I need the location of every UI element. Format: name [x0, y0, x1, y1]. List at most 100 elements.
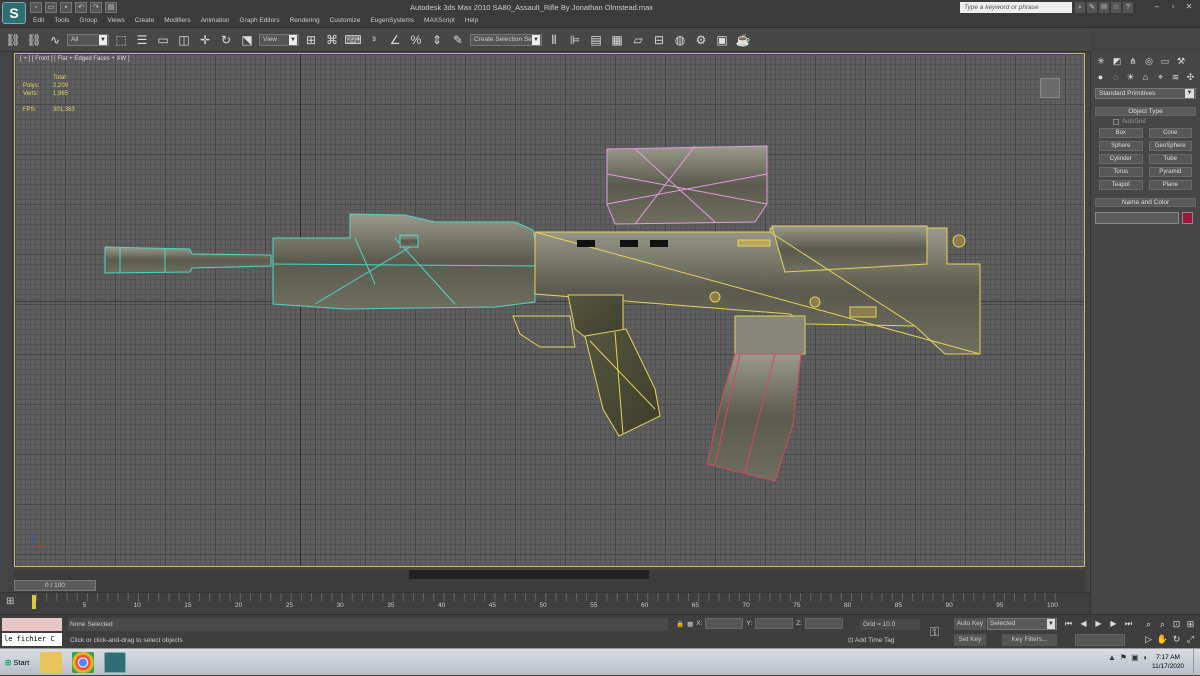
menu-modifiers[interactable]: Modifiers	[159, 16, 195, 26]
chrome-icon[interactable]	[72, 652, 94, 673]
open-file-icon[interactable]: ▭	[45, 2, 57, 13]
utilities-tab-icon[interactable]: ⚒	[1174, 55, 1188, 68]
front-viewport[interactable]: [ + ] [ Front ] [ Flat + Edged Faces + X…	[14, 53, 1085, 567]
angle-snap-icon[interactable]: ∠	[386, 31, 404, 49]
rectangular-selection-icon[interactable]: ▭	[154, 31, 172, 49]
select-and-manipulate-icon[interactable]: ⌘	[323, 31, 341, 49]
maxscript-listener-output[interactable]	[2, 618, 62, 631]
communication-icon[interactable]: ✉	[1099, 2, 1109, 13]
snaps-toggle-icon[interactable]: ᶟ	[365, 31, 383, 49]
plane-button[interactable]: Plane	[1148, 180, 1192, 190]
menu-animation[interactable]: Animation	[196, 16, 235, 26]
torus-button[interactable]: Torus	[1099, 167, 1143, 177]
clock[interactable]: 7:17 AM 11/17/2020	[1152, 653, 1184, 671]
display-tab-icon[interactable]: ▭	[1158, 55, 1172, 68]
spacewarps-icon[interactable]: ≋	[1169, 71, 1182, 84]
object-type-rollout[interactable]: Object Type	[1095, 107, 1196, 116]
current-frame-field[interactable]	[1075, 634, 1125, 646]
pivot-center-icon[interactable]: ⊞	[302, 31, 320, 49]
play-icon[interactable]: ▶	[1092, 618, 1105, 630]
absolute-mode-icon[interactable]: ▦	[687, 620, 693, 628]
shapes-icon[interactable]: ◌	[1109, 71, 1122, 84]
select-and-move-icon[interactable]: ✛	[196, 31, 214, 49]
object-color-swatch[interactable]	[1182, 212, 1193, 224]
teapot-button[interactable]: Teapot	[1099, 180, 1143, 190]
time-slider[interactable]: 0 / 100	[14, 570, 1085, 592]
select-and-rotate-icon[interactable]: ↻	[217, 31, 235, 49]
menu-graph-editors[interactable]: Graph Editors	[235, 16, 285, 26]
tray-expand-icon[interactable]: ▲	[1108, 653, 1116, 662]
grip-mesh[interactable]	[512, 294, 661, 437]
percent-snap-icon[interactable]: %	[407, 31, 425, 49]
menu-group[interactable]: Group	[74, 16, 102, 26]
maximize-viewport-icon[interactable]: ⤢	[1184, 633, 1197, 645]
primitive-type-dropdown[interactable]: Standard Primitives ▼	[1095, 88, 1196, 99]
project-folder-icon[interactable]: ▤	[105, 2, 117, 13]
barrel-mesh[interactable]	[104, 213, 536, 310]
new-file-icon[interactable]: ▫	[30, 2, 42, 13]
add-time-tag-button[interactable]: ⊡ Add Time Tag	[848, 635, 895, 647]
help-icon[interactable]: ?	[1123, 2, 1133, 13]
create-tab-icon[interactable]: ✳	[1094, 55, 1108, 68]
edit-named-selection-icon[interactable]: ✎	[449, 31, 467, 49]
helpers-icon[interactable]: ⌖	[1154, 71, 1167, 84]
tube-button[interactable]: Tube	[1148, 154, 1192, 164]
field-of-view-icon[interactable]: ▷	[1142, 633, 1155, 645]
align-icon[interactable]: ⊫	[566, 31, 584, 49]
set-keys-key-icon[interactable]: ⚿	[930, 625, 939, 640]
object-name-field[interactable]	[1095, 212, 1179, 224]
render-production-icon[interactable]: ☕	[734, 31, 752, 49]
bind-space-warp-icon[interactable]: ∿	[46, 31, 64, 49]
zoom-all-icon[interactable]: ⌕	[1156, 618, 1169, 630]
save-file-icon[interactable]: ▪	[60, 2, 72, 13]
go-to-end-icon[interactable]: ⏭	[1122, 618, 1135, 630]
geometry-icon[interactable]: ●	[1094, 71, 1107, 84]
geosphere-button[interactable]: GeoSphere	[1148, 141, 1192, 151]
selection-filter-dropdown[interactable]: All ▼	[67, 33, 109, 46]
systems-icon[interactable]: ✣	[1184, 71, 1197, 84]
modify-tab-icon[interactable]: ◩	[1110, 55, 1124, 68]
maximize-icon[interactable]: ▫	[1166, 1, 1180, 12]
search-binoculars-icon[interactable]: ⌕	[1075, 2, 1085, 13]
close-icon[interactable]: ✕	[1182, 1, 1196, 12]
menu-rendering[interactable]: Rendering	[285, 16, 325, 26]
mirror-icon[interactable]: ⫴	[545, 31, 563, 49]
minimize-icon[interactable]: –	[1150, 1, 1164, 12]
reference-coordinate-dropdown[interactable]: View ▼	[259, 33, 299, 46]
previous-frame-icon[interactable]: ◀	[1077, 618, 1090, 630]
cone-button[interactable]: Cone	[1148, 128, 1192, 138]
3ds-max-task-icon[interactable]	[104, 652, 126, 673]
auto-key-button[interactable]: Auto Key	[954, 618, 986, 630]
go-to-start-icon[interactable]: ⏮	[1062, 618, 1075, 630]
select-object-icon[interactable]: ⬚	[112, 31, 130, 49]
sphere-button[interactable]: Sphere	[1099, 141, 1143, 151]
next-frame-icon[interactable]: ▶	[1107, 618, 1120, 630]
schematic-view-icon[interactable]: ⊟	[650, 31, 668, 49]
cylinder-button[interactable]: Cylinder	[1099, 154, 1143, 164]
menu-views[interactable]: Views	[102, 16, 129, 26]
spinner-snap-icon[interactable]: ⇕	[428, 31, 446, 49]
menu-customize[interactable]: Customize	[325, 16, 366, 26]
set-key-button[interactable]: Set Key	[954, 634, 986, 646]
subscription-icon[interactable]: ✎	[1087, 2, 1097, 13]
undo-icon[interactable]: ↶	[75, 2, 87, 13]
menu-edit[interactable]: Edit	[28, 16, 49, 26]
curve-editor-icon[interactable]: ▱	[629, 31, 647, 49]
track-bar[interactable]: ⊞ 5 10 15 20 25 30 35 40 45 50 55 60 65 70 75 80 85 90 95 1…	[0, 592, 1090, 614]
lights-icon[interactable]: ☀	[1124, 71, 1137, 84]
menu-help[interactable]: Help	[460, 16, 483, 26]
start-button[interactable]: ⊞ Start	[2, 652, 35, 673]
keyboard-shortcut-override-icon[interactable]: ⌨	[344, 31, 362, 49]
scope-mesh[interactable]	[606, 145, 768, 225]
search-input[interactable]: Type a keyword or phrase	[960, 2, 1072, 13]
render-setup-icon[interactable]: ⚙	[692, 31, 710, 49]
key-mode-dropdown[interactable]: Selected ▼	[987, 618, 1057, 630]
orbit-icon[interactable]: ↻	[1170, 633, 1183, 645]
menu-tools[interactable]: Tools	[49, 16, 74, 26]
lock-selection-icon[interactable]: 🔒	[676, 620, 684, 628]
unlink-icon[interactable]: ⛓	[25, 31, 43, 49]
checkbox-box[interactable]	[1113, 119, 1119, 125]
file-explorer-icon[interactable]	[40, 652, 62, 673]
pan-icon[interactable]: ✋	[1156, 633, 1169, 645]
show-desktop-button[interactable]	[1193, 649, 1200, 676]
